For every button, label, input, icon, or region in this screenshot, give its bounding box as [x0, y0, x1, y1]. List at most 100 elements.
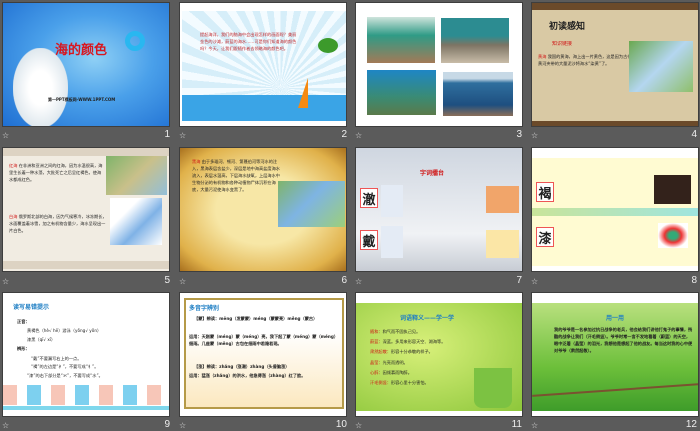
- slide-thumbnail-4[interactable]: 初读感知 知识链接 黄海 我国的黄海，海上出一片黄色，这是因为古代黄河夹带的大量…: [531, 2, 699, 127]
- text: 俄罗斯北部的白海，因为气候寒冷，冰冻期长，水面覆盖着冰雪，加之有机物含量少，海水…: [9, 214, 107, 233]
- parchment-border-top: [532, 3, 698, 10]
- definition-row: 随和：和气而不固执己见。: [370, 328, 420, 335]
- slide-number: 6: [341, 275, 347, 286]
- definition-row: 汗毛倒竖：形容心里十分害怕。: [370, 379, 429, 386]
- definition: 形容心里十分害怕。: [390, 380, 429, 385]
- slide-line: “漆”的右下部分是“氺”，不要写成“水”。: [27, 373, 103, 378]
- star-icon: ☆: [531, 131, 539, 140]
- star-icon: ☆: [355, 421, 363, 430]
- character-card: 澈: [360, 188, 378, 208]
- slide-text-red-sea: 红海 在非洲和亚洲之间的红海，因为水温很高，海里生长着一种水藻，大批死亡之后呈红…: [9, 162, 104, 192]
- info-table: [381, 226, 403, 258]
- cup-illustration: [474, 368, 512, 408]
- wave-decoration: [182, 95, 346, 121]
- star-icon: ☆: [531, 421, 539, 430]
- slide-number: 12: [685, 419, 697, 430]
- slide-thumbnail-10[interactable]: 多音字辨别 【蒙】辨读：mēng（发蒙蒙）méng（蒙蒙亮）měng（蒙古） 运…: [179, 292, 347, 417]
- slide-text: 黑海 由于多瑙河、顿河、第聂伯河等河水的注入，黑海表层含盐少，深层是地中海高盐度…: [192, 158, 282, 238]
- slide-title: 海的颜色: [55, 43, 108, 58]
- photo-reef: [367, 70, 436, 115]
- star-icon: ☆: [355, 277, 363, 286]
- character-card: 褐: [536, 182, 554, 202]
- star-icon: ☆: [2, 131, 10, 140]
- definition: 深蓝。多用来形容天空、湖海等。: [382, 339, 446, 344]
- shell-decoration: [13, 48, 68, 126]
- definition-row: 心醉：因倾慕而陶醉。: [370, 369, 412, 376]
- slide-title: 初读感知: [549, 22, 586, 32]
- slide-line: 【涨】辨读：zhǎng（涨潮）zhàng（头昏脑涨）: [194, 364, 290, 369]
- slide-thumbnail-9[interactable]: 读写易错提示 正音： 黄褐色（hè√ hē）游泳（yǒng√ yǒn） 漆黑（q…: [2, 292, 170, 417]
- slide-number: 9: [164, 419, 170, 430]
- slide-title: 多音字辨别: [189, 305, 220, 312]
- slide-thumbnail-12[interactable]: 用一用 我的爷爷是一名参加过抗日战争的老兵，他会给我们讲他打鬼子的事情，残酷的战…: [531, 292, 699, 417]
- stripe-decoration: [532, 208, 698, 216]
- term: 肃然起敬：: [370, 349, 391, 354]
- map-image: [629, 41, 693, 92]
- slide-number: 8: [691, 275, 697, 286]
- slide-thumbnail-5[interactable]: 红海 在非洲和亚洲之间的红海，因为水温很高，海里生长着一种水藻，大批死亡之后呈红…: [2, 147, 170, 272]
- slide-number: 3: [516, 129, 522, 140]
- slide-number: 5: [164, 275, 170, 286]
- label: 白海: [9, 214, 18, 219]
- slide-title: 用一用: [606, 315, 625, 322]
- slide-number: 2: [341, 129, 347, 140]
- paint-image: [658, 223, 688, 248]
- slide-line: 辨形：: [17, 346, 30, 351]
- character-card: 漆: [536, 227, 554, 247]
- parchment-border-bottom: [532, 121, 698, 126]
- slide-line: 黄褐色（hè√ hē）游泳（yǒng√ yǒn）: [27, 328, 102, 333]
- slide-thumbnail-3[interactable]: [355, 2, 523, 127]
- definition-row: 蔚蓝：深蓝。多用来形容天空、湖海等。: [370, 338, 445, 345]
- text: 在非洲和亚洲之间的红海，因为水温很高，海里生长着一种水藻，大批死亡之后呈红褐色，…: [9, 163, 103, 182]
- slide-title: 读写易错提示: [13, 304, 50, 311]
- pattern-border-bottom: [3, 261, 169, 269]
- sailboat-decoration: [298, 78, 308, 108]
- star-icon: ☆: [2, 277, 10, 286]
- slide-number: 1: [164, 129, 170, 140]
- slide-number: 10: [335, 419, 347, 430]
- slide-thumbnail-6[interactable]: 黑海 由于多瑙河、顿河、第聂伯河等河水的注入，黑海表层含盐少，深层是地中海高盐度…: [179, 147, 347, 272]
- slide-line: “戴”不要漏写右上的一点。: [31, 356, 82, 361]
- slide-line: 【蒙】辨读：mēng（发蒙蒙）méng（蒙蒙亮）měng（蒙古）: [194, 316, 318, 321]
- slide-line: “褐”的左边是“衤”，不要写成“礻”。: [31, 364, 99, 369]
- slide-thumbnail-7[interactable]: 字词擂台 澈 戴: [355, 147, 523, 272]
- slide-line: 运用：猛涨（zhǎng）的洪水，他急得涨（zhàng）红了脸。: [189, 373, 306, 378]
- pattern-border-top: [3, 148, 169, 156]
- definition: 因倾慕而陶醉。: [382, 370, 412, 375]
- map-image: [486, 186, 519, 213]
- slide-text-white-sea: 白海 俄罗斯北部的白海，因为气候寒冷，冰冻期长，水面覆盖着冰雪，加之有机物含量少…: [9, 213, 109, 249]
- label: 黄海: [538, 54, 547, 59]
- term: 蔚蓝：: [370, 339, 383, 344]
- term: 随和：: [370, 329, 383, 334]
- slide-thumbnail-8[interactable]: 褐 漆: [531, 147, 699, 272]
- map-image: [278, 181, 345, 227]
- slide-subtitle: 知识链接: [552, 41, 573, 47]
- photo-coast: [443, 72, 513, 116]
- term: 晶莹：: [370, 360, 383, 365]
- water-strip: [3, 406, 169, 410]
- palm-tree-decoration: [318, 38, 338, 53]
- definition: 和气而不固执己见。: [382, 329, 421, 334]
- slide-thumbnail-11[interactable]: 词语释义——学一学 随和：和气而不固执己见。 蔚蓝：深蓝。多用来形容天空、湖海等…: [355, 292, 523, 417]
- star-icon: ☆: [2, 421, 10, 430]
- photo-beach: [441, 18, 509, 63]
- label: 红海: [9, 163, 18, 168]
- star-icon: ☆: [179, 421, 187, 430]
- definition-row: 肃然起敬：形容十分恭敬的样子。: [370, 348, 433, 355]
- map-image: [106, 156, 167, 195]
- slide-line: 漆黑（qī√ xī）: [27, 337, 56, 342]
- term: 汗毛倒竖：: [370, 380, 391, 385]
- slide-thumbnail-2[interactable]: 提起海洋，我们的脑海中会出现怎样的画面呢？美丽金色的沙滩，蔚蓝的海水……可是你们…: [179, 2, 347, 127]
- slide-thumbnail-1[interactable]: 海的颜色 第一PPT模板网-WWW.1PPT.COM: [2, 2, 170, 127]
- star-icon: ☆: [179, 277, 187, 286]
- term: 心醉：: [370, 370, 383, 375]
- slide-number: 4: [691, 129, 697, 140]
- photo-pier: [367, 17, 435, 63]
- slide-title: 词语释义——学一学: [400, 315, 455, 322]
- map-image: [110, 198, 162, 245]
- definition: 光亮而透明。: [382, 360, 408, 365]
- star-icon: ☆: [179, 131, 187, 140]
- swim-ring-decoration: [125, 31, 145, 51]
- cartoon-image: [486, 230, 519, 258]
- info-table: [381, 185, 403, 217]
